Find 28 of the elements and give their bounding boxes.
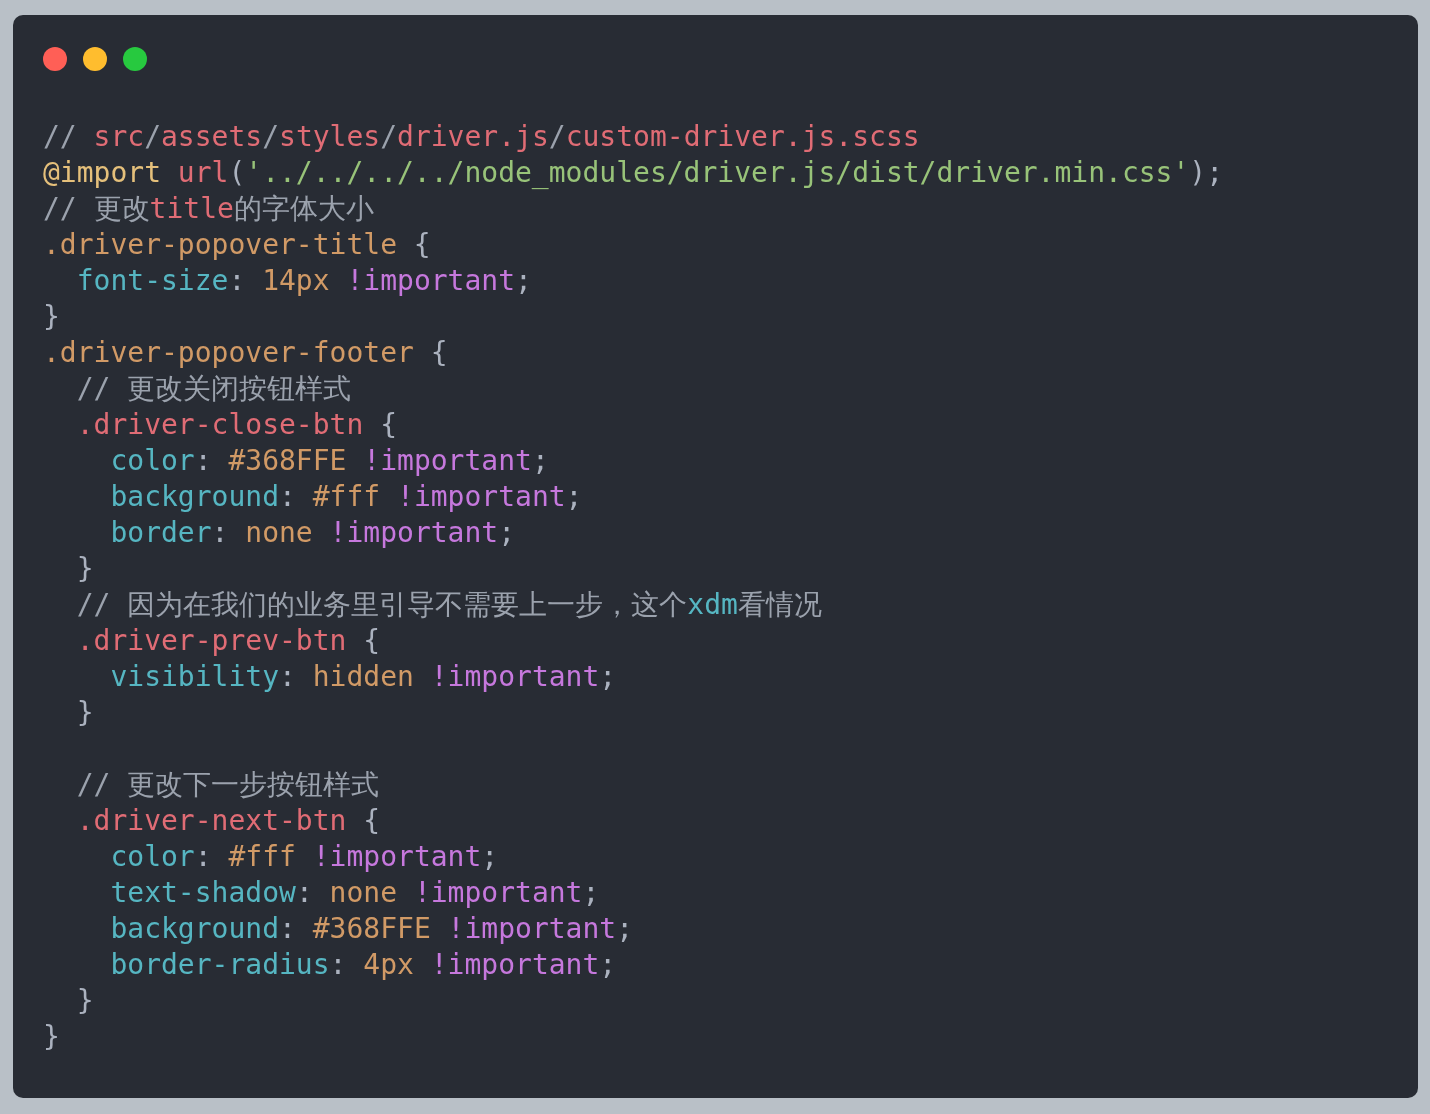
code-line: // 更改下一步按钮样式 xyxy=(75,767,381,803)
code-line: } xyxy=(43,299,61,335)
minimize-dot-icon xyxy=(83,47,107,71)
code-line: .driver-prev-btn { xyxy=(75,623,382,659)
code-line: background: #368FFE !important; xyxy=(109,911,635,947)
code-line: // 因为在我们的业务里引导不需要上一步，这个xdm看情况 xyxy=(75,587,823,623)
code-line: visibility: hidden !important; xyxy=(109,659,618,695)
code-line: font-size: 14px !important; xyxy=(75,263,533,299)
code-line: } xyxy=(43,1019,61,1055)
code-line: // 更改关闭按钮样式 xyxy=(75,371,353,407)
code-line: @import url('../../../../node_modules/driver.js/dist/driver.min.css'); xyxy=(43,155,1225,191)
code-line: .driver-popover-title { xyxy=(43,227,432,263)
code-line: // src/assets/styles/driver.js/custom-driver.js.scss xyxy=(43,119,921,155)
close-dot-icon xyxy=(43,47,67,71)
code-line: } xyxy=(75,695,95,731)
code-line: border: none !important; xyxy=(109,515,517,551)
code-line: color: #368FFE !important; xyxy=(109,443,550,479)
code-line: } xyxy=(75,551,95,587)
code-line: } xyxy=(75,983,95,1019)
code-line: // 更改title的字体大小 xyxy=(43,191,375,227)
code-line: .driver-popover-footer { xyxy=(43,335,449,371)
code-line: text-shadow: none !important; xyxy=(109,875,601,911)
code-line: border-radius: 4px !important; xyxy=(109,947,618,983)
code-line: .driver-close-btn { xyxy=(75,407,398,443)
code-line: .driver-next-btn { xyxy=(75,803,382,839)
maximize-dot-icon xyxy=(123,47,147,71)
code-line: color: #fff !important; xyxy=(109,839,500,875)
code-line: background: #fff !important; xyxy=(109,479,584,515)
